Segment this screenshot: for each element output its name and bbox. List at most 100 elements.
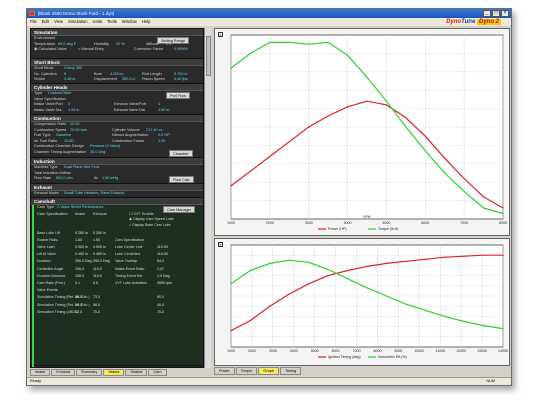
cam-extra-label: Intake Event Ratio xyxy=(115,266,145,271)
menu-view[interactable]: View xyxy=(54,18,63,26)
tab-valves[interactable]: Valves xyxy=(103,369,125,376)
cam-intake-value[interactable]: 29.0 xyxy=(75,303,82,308)
section-indicator xyxy=(32,205,34,367)
cam-exhaust-value[interactable]: 0.450 in xyxy=(93,252,106,257)
data-point xyxy=(269,155,271,158)
cam-exhaust-value[interactable]: 70.0 xyxy=(93,310,100,315)
tab-power[interactable]: Power xyxy=(214,367,235,375)
x-tick-label: 7000 xyxy=(353,349,361,353)
cam-exhaust-value[interactable]: 110.0 xyxy=(93,274,102,279)
data-point xyxy=(249,52,252,54)
chamber-button[interactable]: Chamber xyxy=(169,150,193,157)
chamber-timing-field[interactable]: 30.0 Deg xyxy=(90,150,105,156)
piston-speed-value: 3.40 fps xyxy=(174,77,188,82)
cam-extra-value[interactable]: 110.00 xyxy=(157,245,168,250)
calculated-radio[interactable]: ◉ Calculated Value xyxy=(34,47,67,53)
cam-exhaust-value[interactable]: 56.0 xyxy=(93,303,100,308)
menu-bar: File Edit View Simulation Units Tools Wi… xyxy=(27,18,511,26)
cam-extra-value[interactable]: 40.0 xyxy=(157,303,164,308)
cam-extra-value[interactable]: 1.0 Deg xyxy=(157,274,170,279)
display-speed-lobe-radio[interactable]: ◉ Display Cam Speed Lobe xyxy=(129,217,174,222)
data-point xyxy=(444,157,446,159)
menu-file[interactable]: File xyxy=(30,18,37,26)
cam-intake-value[interactable]: 106.0 xyxy=(75,274,84,279)
pin-icon[interactable]: ▪ xyxy=(218,242,223,247)
cam-intake-value[interactable]: 47.0 xyxy=(75,310,82,315)
cam-exhaust-value[interactable]: 1.50 xyxy=(93,238,100,243)
cam-row-label: Duration xyxy=(37,259,51,264)
display-base-lobe-radio[interactable]: ○ Display Base Cam Lobe xyxy=(129,223,171,228)
cam-exhaust-value[interactable]: 0.000 in xyxy=(93,245,106,250)
graph-tab-strip: Power Torque Graph Timing xyxy=(214,367,302,375)
flow-at-field[interactable]: 1.50 inHg xyxy=(102,176,118,182)
close-button[interactable]: × xyxy=(501,10,509,17)
cam-extra-value[interactable]: 3000 rpm xyxy=(157,281,172,286)
pin-icon[interactable]: ▪ xyxy=(218,32,223,37)
x-axis-label: RPM xyxy=(363,215,371,219)
menu-simulation[interactable]: Simulation xyxy=(68,18,88,26)
manual-radio[interactable]: ○ Manual Entry xyxy=(78,47,104,53)
tab-torque[interactable]: Torque xyxy=(235,367,258,375)
menu-help[interactable]: Help xyxy=(142,18,151,26)
cam-extra-value[interactable]: 84.0 xyxy=(157,259,164,264)
cam-row-label: Centerline Angle xyxy=(37,266,64,271)
exhaust-model-select[interactable]: Small Tube Headers, Race Exhaust xyxy=(64,191,124,197)
tab-summary[interactable]: Summary xyxy=(76,369,103,376)
x-tick-label: 3000 xyxy=(305,221,313,225)
cam-exhaust-value[interactable]: 0.290 in xyxy=(93,231,106,236)
tab-cam[interactable]: Cam xyxy=(148,369,167,376)
short-block-section: Short Block Short Block Chevy 350 No. Cy… xyxy=(31,59,203,84)
stroke-field[interactable]: 3.48 in xyxy=(64,77,75,83)
x-tick-label: 1000 xyxy=(227,221,235,225)
data-point xyxy=(463,177,465,180)
cam-extra-value[interactable]: 110.00 xyxy=(157,252,168,257)
tab-timing[interactable]: Timing xyxy=(279,367,302,375)
x-tick-label: 8000 xyxy=(499,221,507,225)
data-point xyxy=(308,126,310,128)
x-tick-label: 5000 xyxy=(311,349,319,353)
data-point xyxy=(502,212,504,215)
tab-gasket[interactable]: Gasket xyxy=(125,369,148,376)
correction-field[interactable]: 0.99999 xyxy=(174,47,188,53)
cam-intake-value[interactable]: 0.450 in xyxy=(75,252,88,257)
cam-intake-value[interactable]: 1.50 xyxy=(75,238,82,243)
cam-extra-value[interactable]: 70.0 xyxy=(157,310,164,315)
data-point xyxy=(502,254,504,256)
cam-extra-value[interactable]: 60.0 xyxy=(157,295,164,300)
maximize-button[interactable]: □ xyxy=(492,10,500,17)
data-point xyxy=(385,295,388,297)
cam-exhaust-value[interactable]: 73.0 xyxy=(93,295,100,300)
data-point xyxy=(346,54,349,56)
exhaust-valve-dia-field[interactable]: 1.50 in xyxy=(158,108,169,114)
cam-intake-value[interactable]: 0.1 xyxy=(75,281,80,286)
cam-intake-value[interactable]: 39.0 xyxy=(75,295,82,300)
data-point xyxy=(502,207,504,209)
cam-intake-value[interactable]: 0.000 in xyxy=(75,245,88,250)
scrollbar-thumb[interactable] xyxy=(206,36,211,76)
menu-window[interactable]: Window xyxy=(122,18,137,26)
tab-graph[interactable]: Graph xyxy=(258,367,279,375)
cam-exhaust-value[interactable]: 0.0 xyxy=(93,281,98,286)
menu-tools[interactable]: Tools xyxy=(107,18,117,26)
cam-intake-value[interactable]: 106.0 xyxy=(75,267,84,272)
minimize-button[interactable]: _ xyxy=(483,10,491,17)
cam-exhaust-value[interactable]: 290.0 Deg xyxy=(93,259,110,264)
flow-rate-field[interactable]: 600.0 cfm xyxy=(56,176,73,182)
intake-valve-dia-field[interactable]: 1.94 in xyxy=(68,108,79,114)
left-panel-scrollbar[interactable] xyxy=(204,28,211,368)
cam-intake-value[interactable]: 0.280 in xyxy=(75,231,88,236)
menu-units[interactable]: Units xyxy=(93,18,103,26)
chart-svg: 1000 2000 3000 4000 5000 6000 7000 8000 Power (H… xyxy=(227,34,507,231)
menu-edit[interactable]: Edit xyxy=(42,18,49,26)
induction-section: Induction Manifold Type Dual Plane Wet F… xyxy=(31,158,203,184)
cam-row-label: Valve Lash xyxy=(37,244,55,249)
cam-intake-value[interactable]: 290.0 Deg xyxy=(75,259,92,264)
tab-exhaust[interactable]: Exhaust xyxy=(51,369,76,376)
flow-calc-button[interactable]: Flow Calc xyxy=(169,176,194,183)
x-tick-label: 6000 xyxy=(421,221,429,225)
tab-intake[interactable]: Intake xyxy=(30,369,51,376)
cam-exhaust-value[interactable]: 110.0 xyxy=(93,267,102,272)
data-point xyxy=(249,319,252,322)
cam-extra-value[interactable]: 1.07 xyxy=(157,267,164,272)
section-title: Combustion xyxy=(31,115,203,122)
